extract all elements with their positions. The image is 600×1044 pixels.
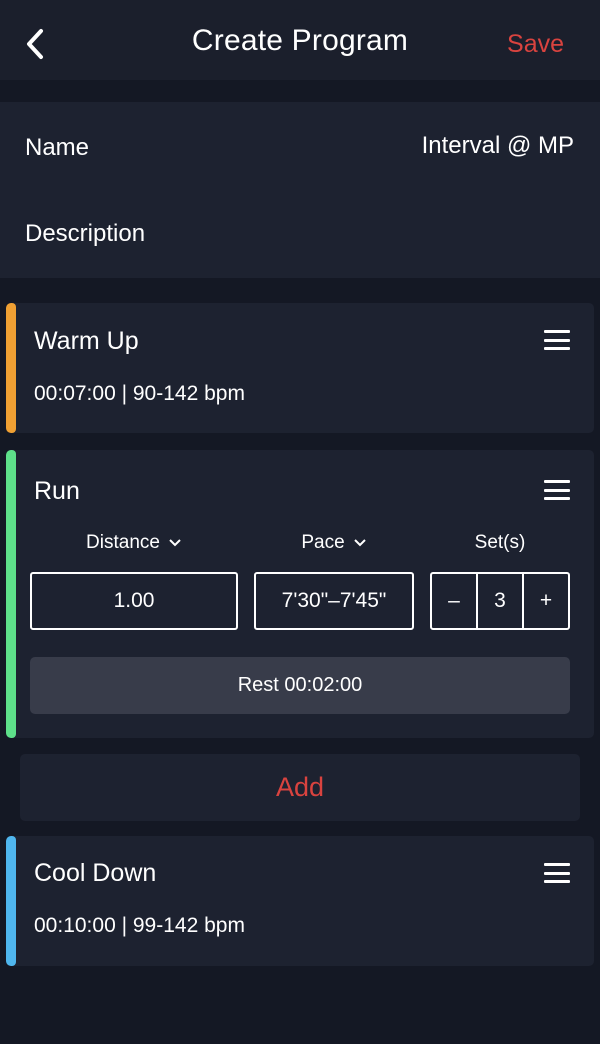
name-label: Name [25, 134, 90, 161]
chevron-down-icon [353, 539, 366, 547]
name-field[interactable]: Interval @ MP [422, 132, 574, 160]
chevron-down-icon [169, 539, 181, 547]
hamburger-menu-icon[interactable] [544, 480, 570, 500]
hamburger-menu-icon[interactable] [544, 863, 570, 883]
run-title: Run [34, 477, 80, 505]
distance-input[interactable]: 1.00 [30, 572, 238, 630]
pace-input[interactable]: 7'30"–7'45" [254, 572, 414, 630]
name-row[interactable]: Name Interval @ MP [0, 118, 600, 178]
sets-stepper[interactable]: – 3 + [430, 572, 570, 630]
pace-dropdown[interactable]: Pace [254, 532, 414, 554]
cooldown-title: Cool Down [34, 859, 157, 887]
sets-label: Set(s) [474, 532, 526, 553]
sets-decrement-button[interactable]: – [432, 574, 476, 628]
run-card[interactable]: Run Distance Pace Set(s) 1.00 7'30"–7'45… [6, 450, 594, 738]
warmup-card[interactable]: Warm Up 00:07:00 | 90-142 bpm [6, 303, 594, 433]
program-info-section: Name Interval @ MP Description [0, 102, 600, 278]
description-label: Description [25, 220, 146, 247]
warmup-summary: 00:07:00 | 90-142 bpm [34, 382, 245, 405]
run-accent-bar [6, 450, 16, 738]
hamburger-menu-icon[interactable] [544, 330, 570, 350]
distance-label: Distance [86, 532, 160, 553]
sets-increment-button[interactable]: + [524, 574, 568, 628]
cooldown-accent-bar [6, 836, 16, 966]
distance-dropdown[interactable]: Distance [30, 532, 238, 554]
cooldown-summary: 00:10:00 | 99-142 bpm [34, 914, 245, 937]
cooldown-card[interactable]: Cool Down 00:10:00 | 99-142 bpm [6, 836, 594, 966]
warmup-accent-bar [6, 303, 16, 433]
save-button[interactable]: Save [507, 30, 564, 59]
sets-value: 3 [476, 574, 524, 628]
rest-button[interactable]: Rest 00:02:00 [30, 657, 570, 714]
pace-label: Pace [301, 532, 345, 553]
nav-bar: Create Program Save [0, 0, 600, 80]
warmup-title: Warm Up [34, 327, 139, 355]
description-row[interactable]: Description [0, 204, 600, 264]
add-step-button[interactable]: Add [20, 754, 580, 821]
